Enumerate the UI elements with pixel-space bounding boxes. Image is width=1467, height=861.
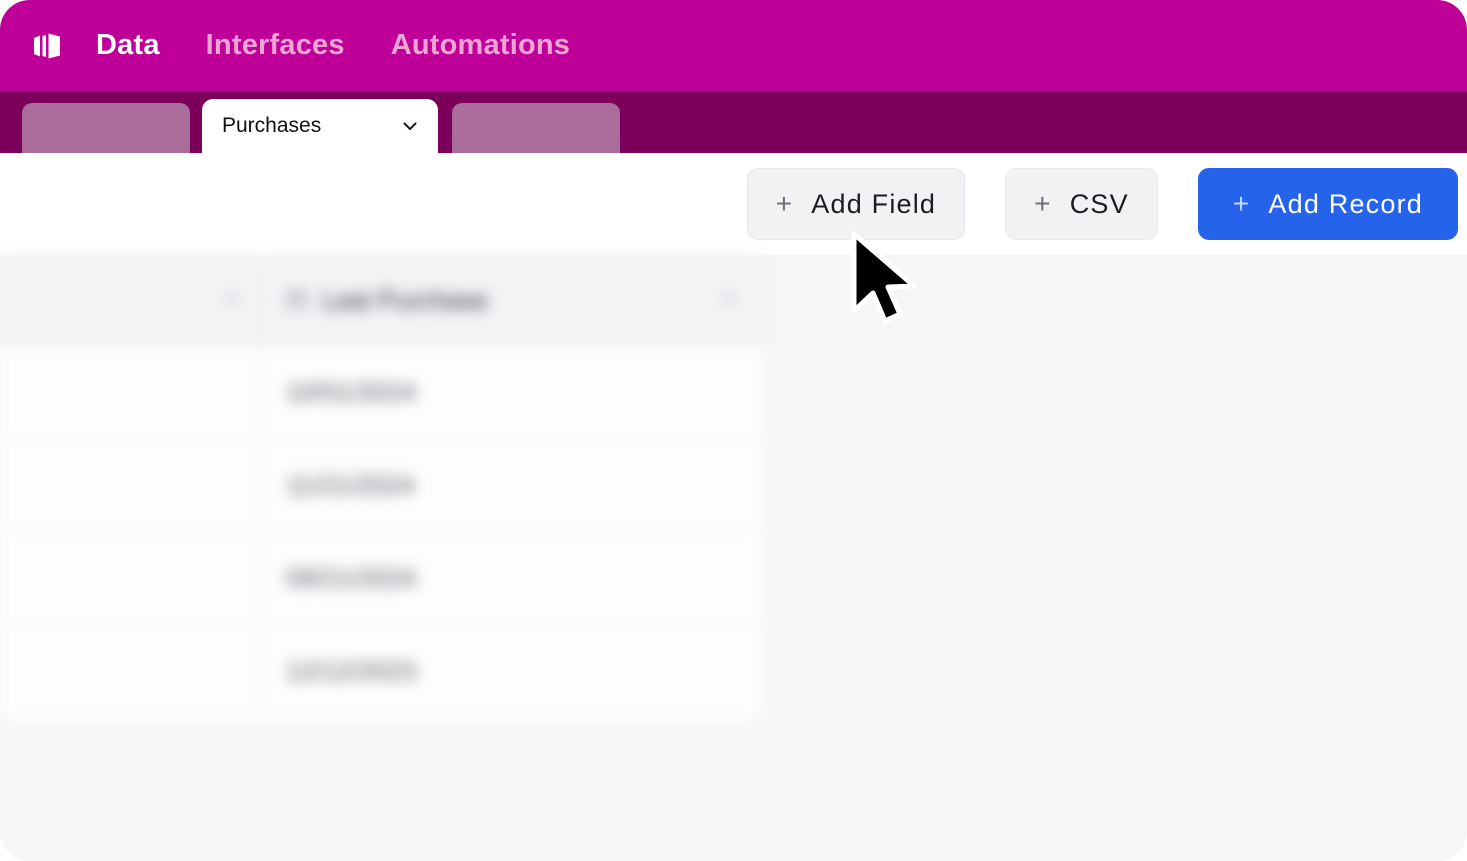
column-header-1[interactable] (0, 255, 262, 345)
add-field-button-label: Add Field (811, 188, 937, 219)
table-cell-value: 11/21/2024 (286, 469, 415, 500)
csv-button[interactable]: + CSV (1005, 168, 1158, 240)
add-record-button[interactable]: + Add Record (1197, 168, 1458, 240)
plus-icon: + (1034, 188, 1052, 219)
table-cell[interactable]: 12/12/2023 (262, 625, 762, 717)
tab-placeholder-right[interactable] (452, 103, 620, 153)
data-grid: Last Purchase 10/01/2024 11/21/2024 09/2… (0, 255, 762, 721)
table-cell-value: 10/01/2024 (286, 376, 417, 407)
app-window: Data Interfaces Automations Purchases + … (0, 0, 1467, 861)
table-cell[interactable] (0, 625, 262, 717)
nav-item-interfaces[interactable]: Interfaces (206, 29, 345, 62)
nav-item-data[interactable]: Data (96, 29, 160, 62)
table-toolbar: + Add Field + CSV + Add Record (0, 153, 1467, 255)
table-cell-value: 12/12/2023 (286, 655, 417, 686)
table-row[interactable]: 11/21/2024 (0, 439, 762, 532)
table-cell[interactable]: 10/01/2024 (262, 346, 762, 438)
chevron-down-icon[interactable] (223, 289, 241, 312)
plus-icon: + (775, 188, 794, 219)
table-row[interactable]: 10/01/2024 (0, 346, 762, 439)
data-grid-header-row: Last Purchase (0, 255, 762, 346)
app-logo-icon[interactable] (30, 29, 64, 63)
chevron-down-icon[interactable] (720, 289, 738, 312)
table-cell[interactable] (0, 439, 262, 531)
tab-purchases[interactable]: Purchases (202, 99, 438, 153)
csv-button-label: CSV (1069, 188, 1129, 219)
top-navigation-bar: Data Interfaces Automations (0, 0, 1467, 91)
chevron-down-icon[interactable] (400, 116, 420, 136)
table-cell[interactable] (0, 532, 262, 624)
table-row[interactable]: 12/12/2023 (0, 625, 762, 718)
nav-item-automations[interactable]: Automations (391, 29, 570, 62)
plus-icon: + (1232, 188, 1251, 219)
column-header-last-purchase[interactable]: Last Purchase (262, 255, 762, 345)
table-row[interactable]: 09/21/2024 (0, 532, 762, 625)
table-cell[interactable] (0, 346, 262, 438)
table-cell-value: 09/21/2024 (286, 562, 417, 593)
column-header-last-purchase-label: Last Purchase (322, 284, 489, 315)
add-field-button[interactable]: + Add Field (746, 168, 966, 240)
table-cell[interactable]: 11/21/2024 (262, 439, 762, 531)
calendar-icon (286, 289, 308, 311)
tab-purchases-label: Purchases (222, 114, 322, 137)
tab-placeholder-left[interactable] (22, 103, 190, 153)
table-cell[interactable]: 09/21/2024 (262, 532, 762, 624)
add-record-button-label: Add Record (1268, 188, 1423, 219)
